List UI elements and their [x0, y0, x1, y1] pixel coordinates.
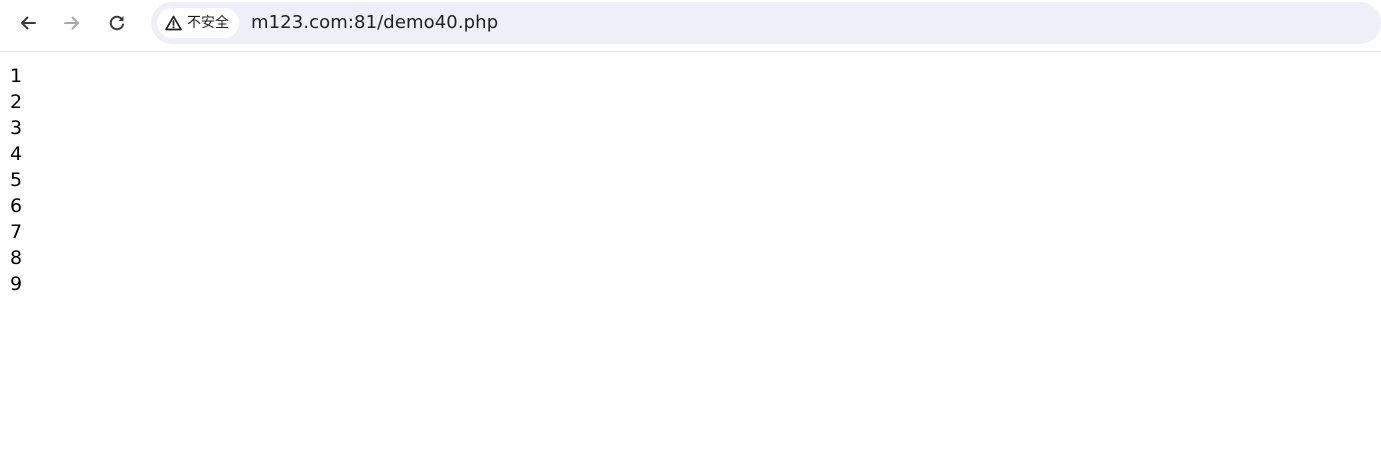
warning-triangle-icon: [165, 15, 182, 31]
back-button[interactable]: [12, 8, 44, 38]
security-indicator[interactable]: 不安全: [157, 8, 239, 38]
browser-toolbar: 不安全 m123.com:81/demo40.php: [0, 0, 1381, 52]
url-text[interactable]: m123.com:81/demo40.php: [251, 2, 498, 44]
forward-button[interactable]: [56, 8, 88, 38]
output-line: 4: [10, 143, 23, 165]
arrow-right-icon: [64, 16, 79, 30]
output-line: 6: [10, 195, 23, 217]
output-line: 7: [10, 221, 23, 243]
output-line: 1: [10, 65, 23, 87]
output-line: 5: [10, 169, 23, 191]
page-content: 1 2 3 4 5 6 7 8 9: [10, 63, 22, 297]
output-line: 2: [10, 91, 23, 113]
reload-button[interactable]: [101, 8, 133, 38]
arrow-left-icon: [21, 16, 36, 30]
output-line: 9: [10, 273, 23, 295]
address-bar[interactable]: 不安全 m123.com:81/demo40.php: [151, 2, 1381, 44]
reload-icon: [109, 15, 124, 31]
output-line: 3: [10, 117, 23, 139]
output-line: 8: [10, 247, 23, 269]
security-label: 不安全: [187, 15, 229, 31]
